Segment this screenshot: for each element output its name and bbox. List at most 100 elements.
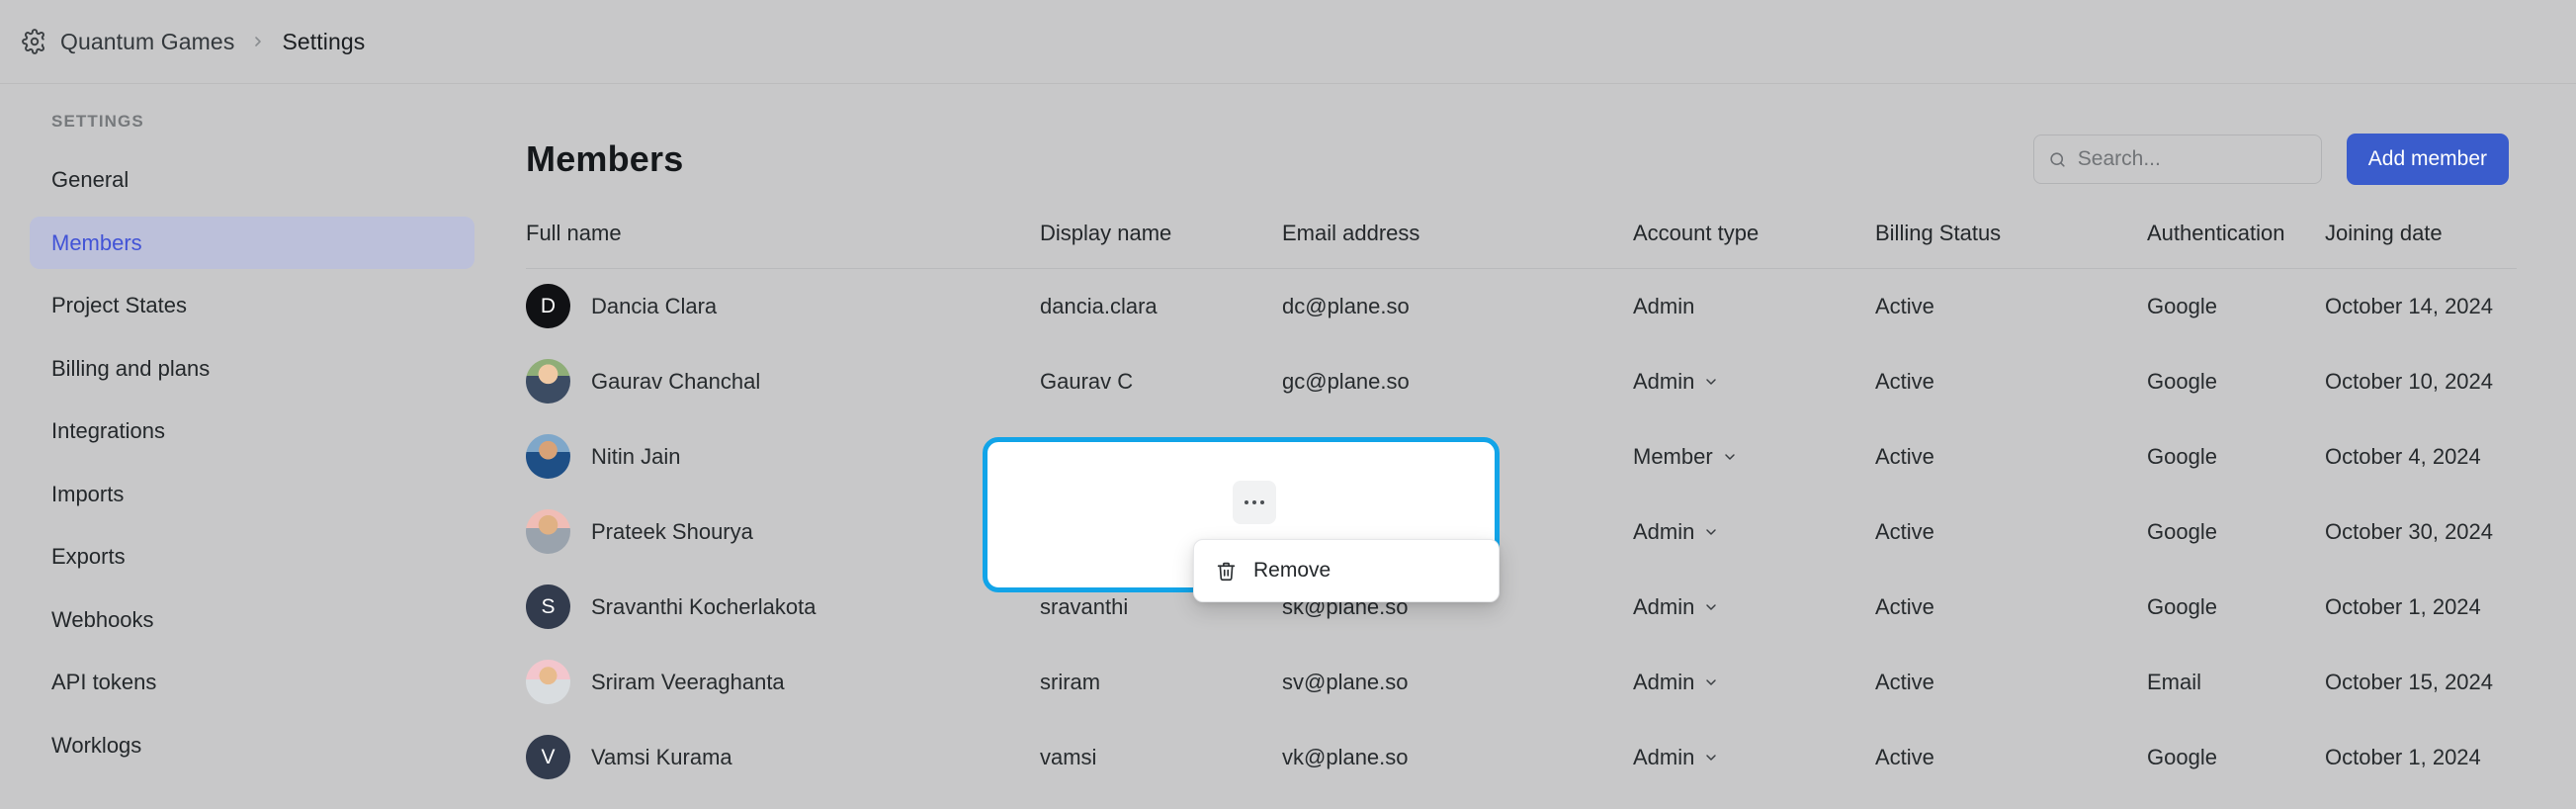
breadcrumb-bar: Quantum Games Settings — [0, 0, 2576, 84]
avatar — [526, 359, 570, 404]
row-context-menu[interactable]: Remove — [1193, 539, 1500, 602]
chevron-down-icon[interactable] — [1694, 519, 1719, 545]
cell-billing-status: Active — [1875, 518, 1934, 544]
cell-email: dc@plane.so — [1282, 293, 1410, 318]
cell-email: vk@plane.so — [1282, 744, 1409, 769]
cell-account-type: Admin — [1633, 269, 1875, 344]
cell-full-name: Prateek Shourya — [526, 494, 1040, 570]
cell-full-name: Gaurav Chanchal — [526, 344, 1040, 419]
avatar — [526, 434, 570, 479]
add-member-button[interactable]: Add member — [2346, 134, 2509, 185]
breadcrumb: Quantum Games Settings — [22, 29, 365, 55]
avatar: V — [526, 735, 570, 779]
cell-billing-status: Active — [1875, 744, 1934, 769]
column-header-full-name: Full name — [526, 205, 1040, 269]
page-title: Members — [526, 138, 684, 179]
chevron-down-icon[interactable] — [1694, 369, 1719, 395]
sidebar-item-api-tokens[interactable]: API tokens — [30, 656, 474, 709]
gear-icon — [22, 29, 47, 54]
sidebar-item-project-states[interactable]: Project States — [30, 279, 474, 332]
column-header-authentication: Authentication — [2147, 205, 2325, 269]
chevron-down-icon[interactable] — [1694, 745, 1719, 770]
sidebar-item-exports[interactable]: Exports — [30, 530, 474, 584]
member-full-name: Dancia Clara — [591, 293, 718, 318]
page-header: Members Add member — [526, 114, 2517, 205]
ellipsis-horizontal-icon — [1260, 500, 1264, 504]
table-row[interactable]: V Vamsi Kurama vamsi vk@plane.so Admin Active… — [526, 720, 2517, 795]
chevron-right-icon — [247, 34, 269, 49]
avatar: D — [526, 284, 570, 329]
cell-full-name: D Dancia Clara — [526, 269, 1040, 344]
ellipsis-horizontal-icon — [1245, 500, 1248, 504]
table-row[interactable]: D Dancia Clara dancia.clara dc@plane.so Admi… — [526, 269, 2517, 344]
sidebar-item-worklogs[interactable]: Worklogs — [30, 719, 474, 772]
sidebar-item-label: Integrations — [51, 418, 165, 443]
cell-account-type[interactable]: Admin — [1633, 570, 1875, 645]
cell-authentication: Google — [2147, 744, 2217, 769]
table-row[interactable]: Gaurav Chanchal Gaurav C gc@plane.so Admin A… — [526, 344, 2517, 419]
cell-authentication: Email — [2147, 669, 2202, 694]
cell-billing-status: Active — [1875, 669, 1934, 694]
column-header-joining-date: Joining date — [2325, 205, 2517, 269]
menu-item-label: Remove — [1253, 559, 1331, 582]
account-type-value: Admin — [1633, 744, 1695, 769]
account-type-value: Admin — [1633, 293, 1695, 318]
sidebar-item-imports[interactable]: Imports — [30, 468, 474, 521]
search-box[interactable] — [2032, 135, 2322, 184]
cell-billing-status: Active — [1875, 368, 1934, 394]
sidebar-item-label: Worklogs — [51, 732, 142, 758]
cell-account-type[interactable]: Member — [1633, 419, 1875, 494]
settings-sidebar: SETTINGS General Members Project States Bil… — [0, 84, 504, 809]
chevron-down-icon[interactable] — [1713, 444, 1738, 470]
cell-account-type[interactable]: Admin — [1633, 494, 1875, 570]
avatar — [1019, 456, 1064, 501]
sidebar-item-members[interactable]: Members — [30, 216, 474, 269]
column-header-email-address: Email address — [1282, 205, 1633, 269]
account-type-value: Admin — [1633, 593, 1695, 619]
sidebar-heading: SETTINGS — [51, 112, 144, 131]
search-icon — [2048, 150, 2067, 169]
table-row[interactable]: Prateek Shouryaprateek.shouryaps@plane.s… — [526, 494, 2517, 570]
table-row[interactable]: Sriram Veeraghanta sriram sv@plane.so Admin… — [526, 645, 2517, 720]
breadcrumb-current[interactable]: Settings — [282, 29, 365, 55]
account-type-value: Admin — [1633, 368, 1695, 394]
cell-joining-date: October 15, 2024 — [2325, 669, 2494, 694]
cell-joining-date: October 4, 2024 — [2325, 443, 2481, 469]
cell-email: gc@plane.so — [1282, 368, 1410, 394]
sidebar-item-label: General — [51, 167, 129, 192]
chevron-down-icon[interactable] — [1694, 670, 1719, 695]
cell-account-type[interactable]: Admin — [1633, 645, 1875, 720]
table-row[interactable]: S Sravanthi Kocherlakota sravanthi sk@plane… — [526, 570, 2517, 645]
column-header-account-type: Account type — [1633, 205, 1875, 269]
header-actions: Add member — [2032, 134, 2509, 185]
cell-joining-date: October 1, 2024 — [2325, 744, 2481, 769]
cell-full-name: S Sravanthi Kocherlakota — [526, 570, 1040, 645]
column-header-display-name: Display name — [1040, 205, 1282, 269]
cell-account-type[interactable]: Admin — [1633, 720, 1875, 795]
cell-account-type[interactable]: Admin — [1633, 344, 1875, 419]
chevron-down-icon[interactable] — [1694, 594, 1719, 620]
account-type-value: Admin — [1633, 518, 1695, 544]
sidebar-item-general[interactable]: General — [30, 153, 474, 207]
cell-joining-date: October 30, 2024 — [2325, 518, 2494, 544]
cell-billing-status: Active — [1875, 293, 1934, 318]
cell-joining-date: October 1, 2024 — [2325, 593, 2481, 619]
cell-email: sv@plane.so — [1282, 669, 1409, 694]
cell-full-name: Nitin Jain — [526, 419, 1040, 494]
table-body: D Dancia Clara dancia.clara dc@plane.so Admi… — [526, 269, 2517, 795]
search-input[interactable] — [2077, 147, 2307, 171]
avatar — [526, 509, 570, 554]
sidebar-item-webhooks[interactable]: Webhooks — [30, 593, 474, 647]
table-row[interactable]: Nitin Jainnitin.jainnj@plane.soMemberAct… — [526, 419, 2517, 494]
sidebar-item-integrations[interactable]: Integrations — [30, 404, 474, 458]
menu-item-remove[interactable]: Remove — [1194, 549, 1499, 592]
column-header-billing-status: Billing Status — [1875, 205, 2147, 269]
cell-authentication: Google — [2147, 593, 2217, 619]
cell-authentication: Google — [2147, 518, 2217, 544]
breadcrumb-workspace[interactable]: Quantum Games — [60, 29, 234, 55]
sidebar-item-billing-and-plans[interactable]: Billing and plans — [30, 342, 474, 396]
cell-display-name: dancia.clara — [1040, 293, 1158, 318]
avatar: S — [526, 584, 570, 629]
cell-billing-status: Active — [1875, 443, 1934, 469]
row-menu-button[interactable] — [1233, 481, 1276, 524]
